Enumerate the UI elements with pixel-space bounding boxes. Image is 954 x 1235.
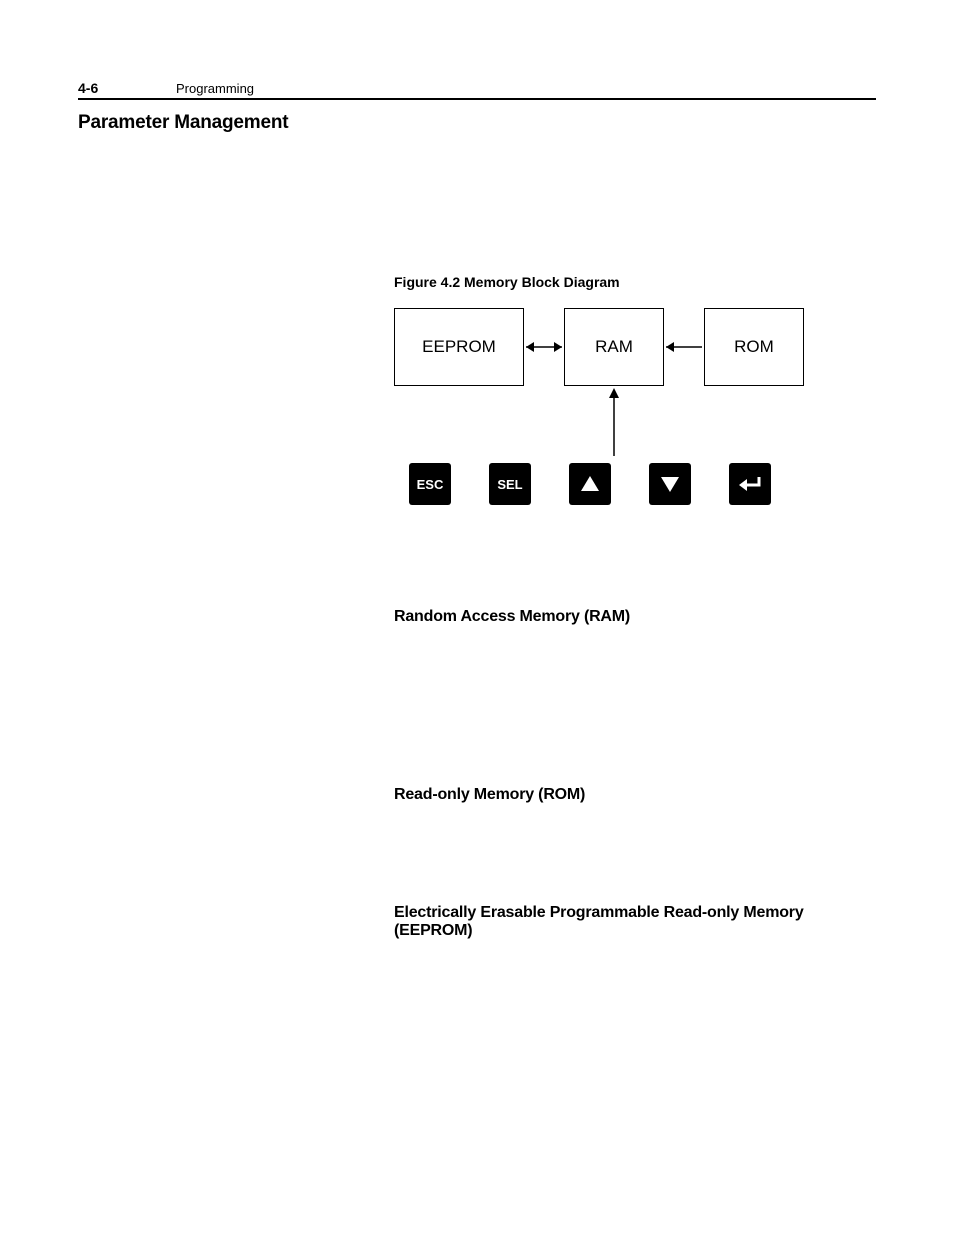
memory-block-diagram: EEPROM RAM ROM ESC SEL bbox=[394, 308, 814, 518]
up-key-icon bbox=[569, 463, 611, 505]
page: 4-6 Programming Parameter Management Fig… bbox=[0, 0, 954, 1235]
figure-caption: Figure 4.2 Memory Block Diagram bbox=[394, 274, 876, 290]
rom-heading: Read-only Memory (ROM) bbox=[394, 786, 876, 804]
down-key-icon bbox=[649, 463, 691, 505]
esc-key-icon: ESC bbox=[409, 463, 451, 505]
enter-key-icon bbox=[729, 463, 771, 505]
content-column: Figure 4.2 Memory Block Diagram EEPROM R… bbox=[394, 274, 876, 940]
sel-key-icon: SEL bbox=[489, 463, 531, 505]
page-header: 4-6 Programming bbox=[78, 80, 876, 100]
ram-heading: Random Access Memory (RAM) bbox=[394, 608, 876, 626]
section-heading: Parameter Management bbox=[78, 112, 876, 134]
eeprom-heading: Electrically Erasable Programmable Read-… bbox=[394, 904, 854, 940]
page-number: 4-6 bbox=[78, 80, 176, 96]
chapter-title: Programming bbox=[176, 81, 254, 96]
